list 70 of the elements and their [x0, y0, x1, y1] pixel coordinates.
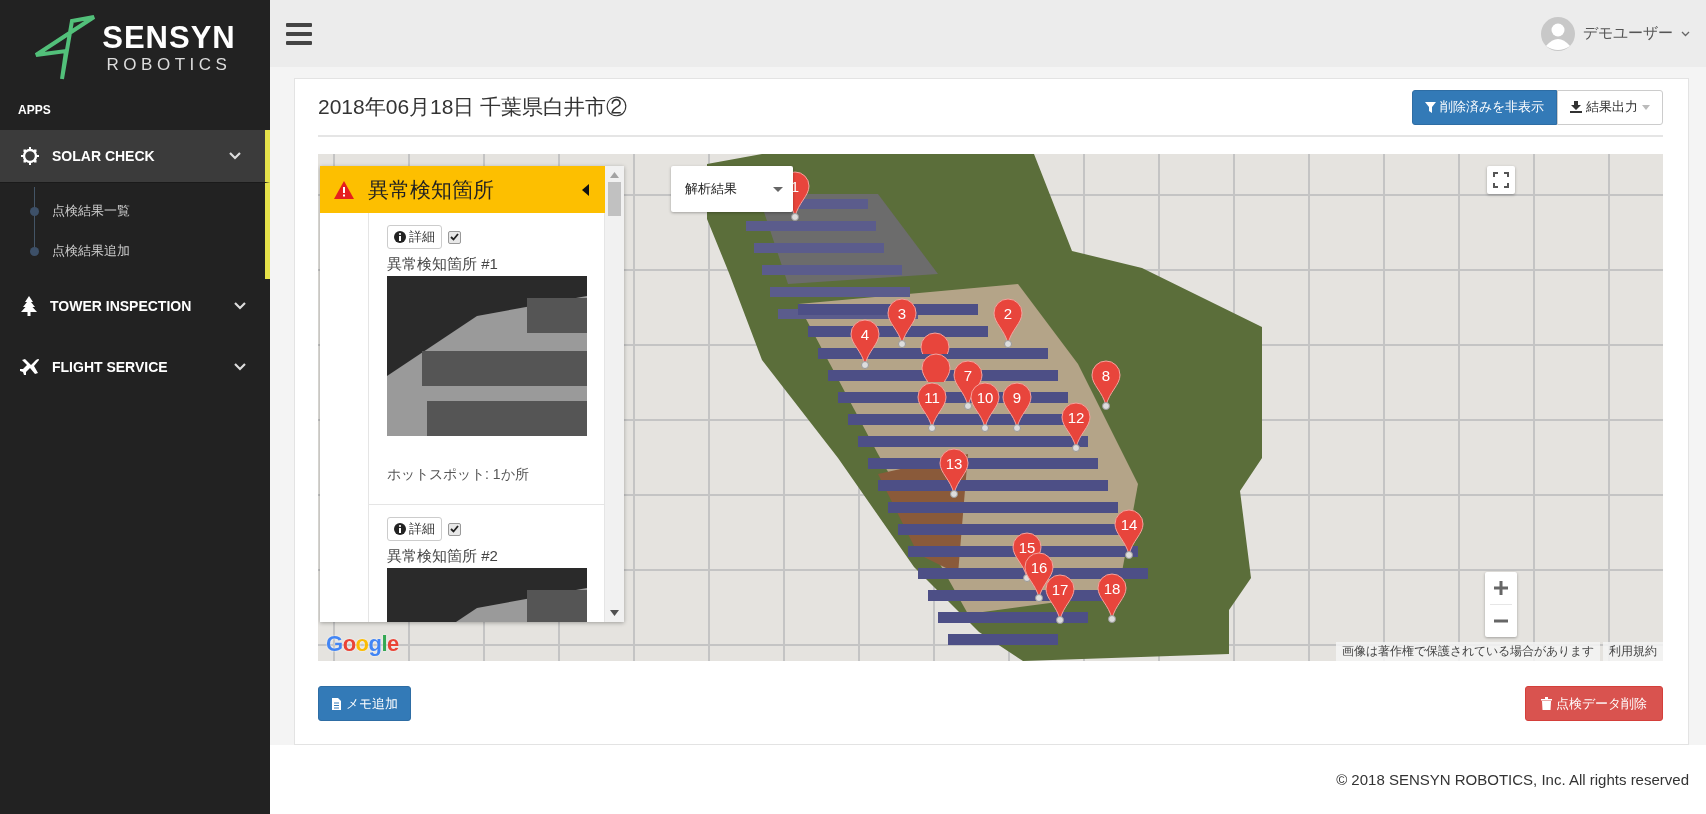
info-icon [394, 231, 406, 243]
map-marker[interactable]: 10 [970, 382, 1000, 432]
trash-icon [1541, 697, 1552, 710]
attribution-text: 画像は著作権で保護されている場合があります [1336, 642, 1600, 661]
caret-icon [1642, 104, 1650, 110]
menu-icon[interactable] [286, 22, 312, 45]
chevron-down-icon [234, 362, 246, 371]
terms-link[interactable]: 利用規約 [1603, 642, 1663, 661]
sidebar-item[interactable]: SOLAR CHECK [0, 130, 270, 183]
delete-data-button[interactable]: 点検データ削除 [1525, 686, 1663, 721]
sidebar-subitem[interactable]: 点検結果追加 [52, 242, 130, 260]
anomaly-title: 異常検知箇所 #2 [387, 547, 499, 566]
anomaly-title: 異常検知箇所 #1 [387, 255, 499, 274]
map-marker[interactable]: 8 [1091, 360, 1121, 410]
add-memo-button[interactable]: メモ追加 [318, 686, 411, 721]
warning-icon [334, 180, 354, 199]
map-marker[interactable]: 2 [993, 298, 1023, 348]
tree-icon [20, 295, 38, 316]
scroll-thumb[interactable] [608, 182, 621, 216]
caret-left-icon[interactable] [582, 183, 589, 196]
zoom-in-icon[interactable] [1494, 581, 1508, 595]
zoom-out-icon[interactable] [1494, 619, 1508, 623]
layer-dropdown[interactable]: 解析結果 [671, 166, 793, 212]
logo-subtitle: ROBOTICS [106, 56, 232, 73]
export-button[interactable]: 結果出力 [1557, 89, 1663, 125]
sidebar-item[interactable]: FLIGHT SERVICE [0, 340, 270, 393]
info-icon [394, 523, 406, 535]
map-marker[interactable]: 9 [1002, 382, 1032, 432]
detail-button[interactable]: 詳細 [387, 225, 442, 249]
chevron-down-icon [234, 301, 246, 310]
caret-icon [773, 186, 783, 192]
map-marker[interactable] [920, 332, 950, 354]
map-marker[interactable]: 13 [939, 448, 969, 498]
map-marker[interactable]: 4 [850, 319, 880, 369]
sidebar-item[interactable]: TOWER INSPECTION [0, 279, 270, 332]
fullscreen-button[interactable] [1487, 166, 1515, 194]
scroll-down-icon[interactable] [610, 610, 619, 616]
timeline-dot [30, 246, 39, 256]
user-menu[interactable]: デモユーザー [1583, 24, 1673, 43]
chevron-down-icon [229, 152, 241, 160]
map-provider-logo: Google [326, 631, 399, 657]
download-icon [1570, 101, 1582, 113]
logo-name: SENSYN [102, 22, 236, 53]
map-marker[interactable]: 14 [1114, 509, 1144, 559]
logo-icon [34, 14, 97, 81]
map-marker[interactable]: 3 [887, 298, 917, 348]
map-marker[interactable]: 18 [1097, 573, 1127, 623]
fullscreen-icon [1493, 172, 1509, 188]
map-marker[interactable]: 17 [1045, 574, 1075, 624]
hide-deleted-button[interactable]: 削除済みを非表示 [1412, 89, 1557, 125]
map-marker[interactable]: 11 [917, 382, 947, 432]
checkbox[interactable] [448, 522, 461, 536]
scrollbar[interactable] [605, 166, 624, 622]
section-label: APPS [17, 102, 52, 119]
document-icon [331, 696, 342, 711]
timeline-dot [30, 206, 39, 216]
map-marker[interactable] [921, 353, 951, 382]
panel-header[interactable]: 異常検知箇所 [320, 166, 605, 213]
detail-button[interactable]: 詳細 [387, 517, 442, 541]
hotspot-count: ホットスポット: 1か所 [387, 466, 530, 484]
page-title: 2018年06月18日 千葉県白井市② [318, 94, 628, 120]
airplane-icon [20, 357, 40, 376]
gear-icon [20, 146, 40, 166]
map-marker[interactable]: 12 [1061, 402, 1091, 452]
checkbox[interactable] [448, 230, 461, 244]
chevron-down-icon [1681, 30, 1690, 37]
map-marker[interactable]: 16 [1024, 552, 1054, 602]
sidebar-subitem[interactable]: 点検結果一覧 [52, 202, 130, 220]
filter-icon [1425, 101, 1436, 113]
copyright-text: © 2018 SENSYN ROBOTICS, Inc. All rights reserved [1336, 771, 1689, 788]
